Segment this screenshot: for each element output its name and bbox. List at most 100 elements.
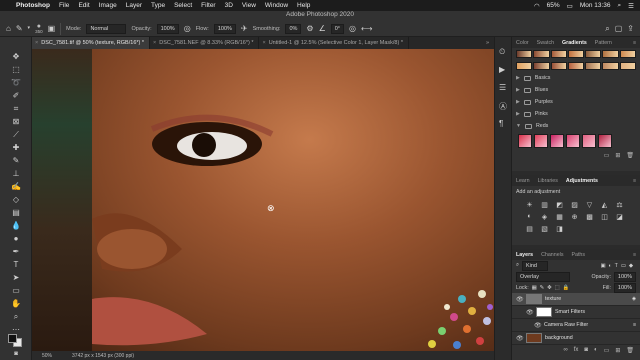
tab-overflow-icon[interactable]: » [483,37,494,49]
tab-channels[interactable]: Channels [537,252,567,258]
menu-help[interactable]: Help [297,2,310,9]
airbrush-icon[interactable]: ✈ [241,24,248,33]
menu-view[interactable]: View [242,2,256,9]
app-menu[interactable]: Photoshop [16,2,50,9]
zoom-level[interactable]: 50% [42,353,52,359]
pressure-size-icon[interactable]: ◎ [349,24,356,33]
gradient-swatch[interactable] [533,62,550,70]
flow-field[interactable]: 100% [213,23,236,34]
gradient-folder-blues[interactable]: ▶ Blues [512,84,640,96]
battery-icon[interactable]: ▭ [567,2,573,10]
control-center-icon[interactable]: ☰ [628,2,634,10]
tab-patterns[interactable]: Pattern [591,40,616,46]
adjustment-icon[interactable]: ◫ [601,213,608,221]
adjustment-icon[interactable]: ⊕ [571,213,578,221]
search-icon[interactable]: ⌕ [605,24,609,33]
gradient-swatch[interactable] [550,50,567,58]
gradient-swatch[interactable] [585,62,602,70]
gradient-swatch[interactable] [619,50,636,58]
red-gradient-swatch[interactable] [582,134,596,148]
path-selection-tool-icon[interactable]: ➤ [9,272,23,283]
mode-select[interactable]: Normal [86,23,127,34]
home-icon[interactable]: ⌂ [6,24,11,33]
new-gradient-icon[interactable]: ⊞ [615,152,620,159]
layer-fill-field[interactable]: 100% [613,282,636,293]
search-icon[interactable]: ⌕ [618,2,622,10]
fx-icon[interactable]: fx [574,347,579,354]
chevron-down-icon[interactable]: ▾ [28,26,31,31]
visibility-eye-icon[interactable]: 👁 [534,322,542,329]
move-tool-icon[interactable]: ✥ [9,51,23,62]
red-gradient-swatch[interactable] [518,134,532,148]
adjustment-icon[interactable]: ▩ [586,213,593,221]
gradient-swatch[interactable] [516,62,533,70]
menu-window[interactable]: Window [265,2,288,9]
tab-libraries[interactable]: Libraries [534,178,562,184]
gradient-folder-reds[interactable]: ▼ Reds [512,120,640,132]
eyedropper-tool-icon[interactable]: ⟋ [9,129,23,140]
frame-tool-icon[interactable]: ⊠ [9,116,23,127]
gradient-swatch[interactable] [567,62,585,70]
rectangle-tool-icon[interactable]: ▭ [9,285,23,296]
delete-icon[interactable]: 🗑 [626,347,634,354]
red-gradient-swatch[interactable] [534,134,548,148]
smoothing-settings-icon[interactable]: ⚙ [306,24,313,33]
tab-doc-2[interactable]: × DSC_7581.NEF @ 8.33% (RGB/16*) * [150,37,260,49]
properties-icon[interactable]: ☰ [499,83,506,92]
lock-icons[interactable]: ▦✎✥⬚🔒 [532,285,572,291]
type-tool-icon[interactable]: T [9,259,23,270]
marquee-tool-icon[interactable]: ⬚ [9,64,23,75]
new-group-icon[interactable]: ▭ [604,347,610,354]
filter-kind-select[interactable]: Kind [521,260,548,271]
document-canvas[interactable]: ⊗ [32,49,494,351]
brush-settings-icon[interactable]: ▣ [48,24,56,33]
play-icon[interactable]: ▶ [499,65,505,74]
layer-camera-raw-filter[interactable]: 👁 Camera Raw Filter ≡ [512,319,640,332]
workspace-icon[interactable]: ▢ [615,24,623,33]
gradient-swatch[interactable] [550,62,567,70]
brush-tool-icon[interactable]: ✎ [9,155,23,166]
tab-paths[interactable]: Paths [567,252,589,258]
red-gradient-swatch[interactable] [598,134,612,148]
menu-select[interactable]: Select [174,2,192,9]
angle-field[interactable]: 0° [330,23,344,34]
gradient-swatch[interactable] [533,50,550,58]
adjustment-icon[interactable]: ◪ [616,213,623,221]
adjustment-icon[interactable]: ☀ [526,201,533,209]
tab-swatches[interactable]: Swatch [533,40,558,46]
menu-type[interactable]: Type [151,2,165,9]
adjustment-layer-icon[interactable]: ◐ [594,347,598,354]
gradient-swatch[interactable] [567,50,585,58]
menu-filter[interactable]: Filter [201,2,215,9]
history-icon[interactable]: ⏲ [499,47,505,57]
adjustment-icon[interactable]: ▥ [541,201,548,209]
red-gradient-swatch[interactable] [566,134,580,148]
gradient-swatch[interactable] [516,50,533,58]
tab-layers[interactable]: Layers [512,252,537,258]
gradient-swatch[interactable] [585,50,602,58]
visibility-eye-icon[interactable]: 👁 [516,335,524,342]
gradient-swatch[interactable] [602,50,619,58]
clone-stamp-tool-icon[interactable]: ⊥ [9,168,23,179]
adjustment-icon[interactable]: ▽ [586,201,593,209]
quick-mask-icon[interactable]: ◙ [9,348,23,359]
tab-doc-1[interactable]: × DSC_7581.tif @ 50% (texture, RGB/16*) … [32,37,151,49]
blur-tool-icon[interactable]: 💧 [9,220,23,231]
filter-type-icons[interactable]: ▣◐T▭◆ [600,263,636,269]
visibility-eye-icon[interactable]: 👁 [526,309,534,316]
pressure-opacity-icon[interactable]: ◎ [184,24,191,33]
close-icon[interactable]: × [262,40,265,46]
adjustment-icon[interactable]: ▤ [526,225,533,233]
document-info[interactable]: 3742 px x 1543 px (300 ppi) [72,353,134,359]
adjustment-icon[interactable]: ▧ [541,225,548,233]
eraser-tool-icon[interactable]: ◇ [9,194,23,205]
character-icon[interactable]: Ⓐ [499,101,507,112]
layer-background[interactable]: 👁 background [512,332,640,345]
adjustment-icon[interactable]: ◐ [526,213,533,221]
panel-menu-icon[interactable]: ≡ [629,40,640,46]
tab-adjustments[interactable]: Adjustments [562,178,602,184]
adjustment-icon[interactable]: ▦ [556,213,563,221]
delete-icon[interactable]: 🗑 [626,152,634,159]
menu-3d[interactable]: 3D [225,2,233,9]
history-brush-tool-icon[interactable]: ✍ [9,181,23,192]
